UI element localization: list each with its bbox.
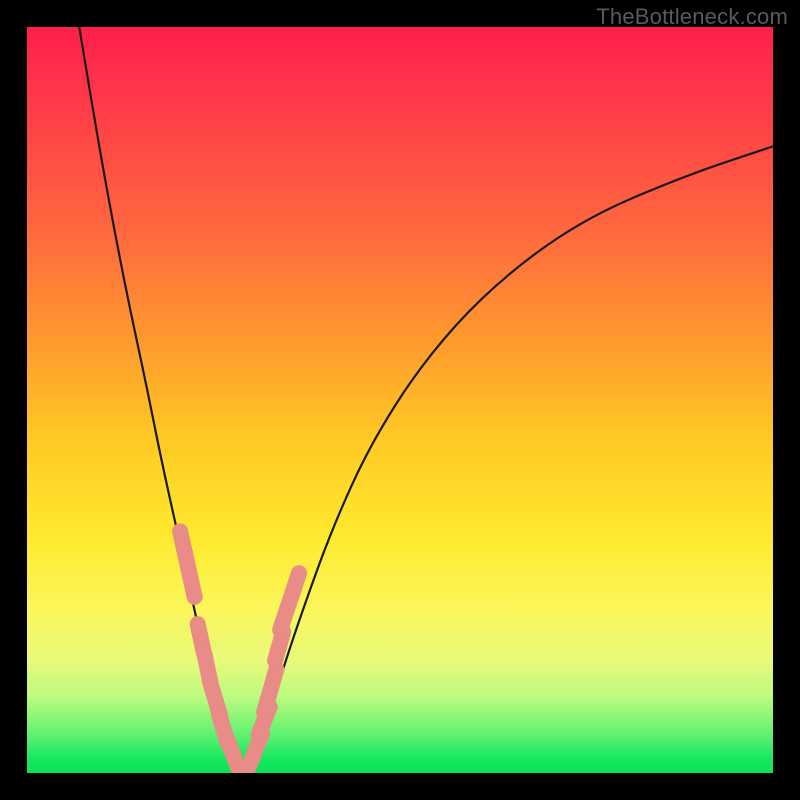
right-curve <box>251 146 773 765</box>
chart-frame: TheBottleneck.com <box>0 0 800 800</box>
bead-group <box>180 531 299 773</box>
bead <box>280 573 299 630</box>
curves-svg <box>27 27 773 773</box>
bead <box>180 531 195 597</box>
plot-area <box>27 27 773 773</box>
